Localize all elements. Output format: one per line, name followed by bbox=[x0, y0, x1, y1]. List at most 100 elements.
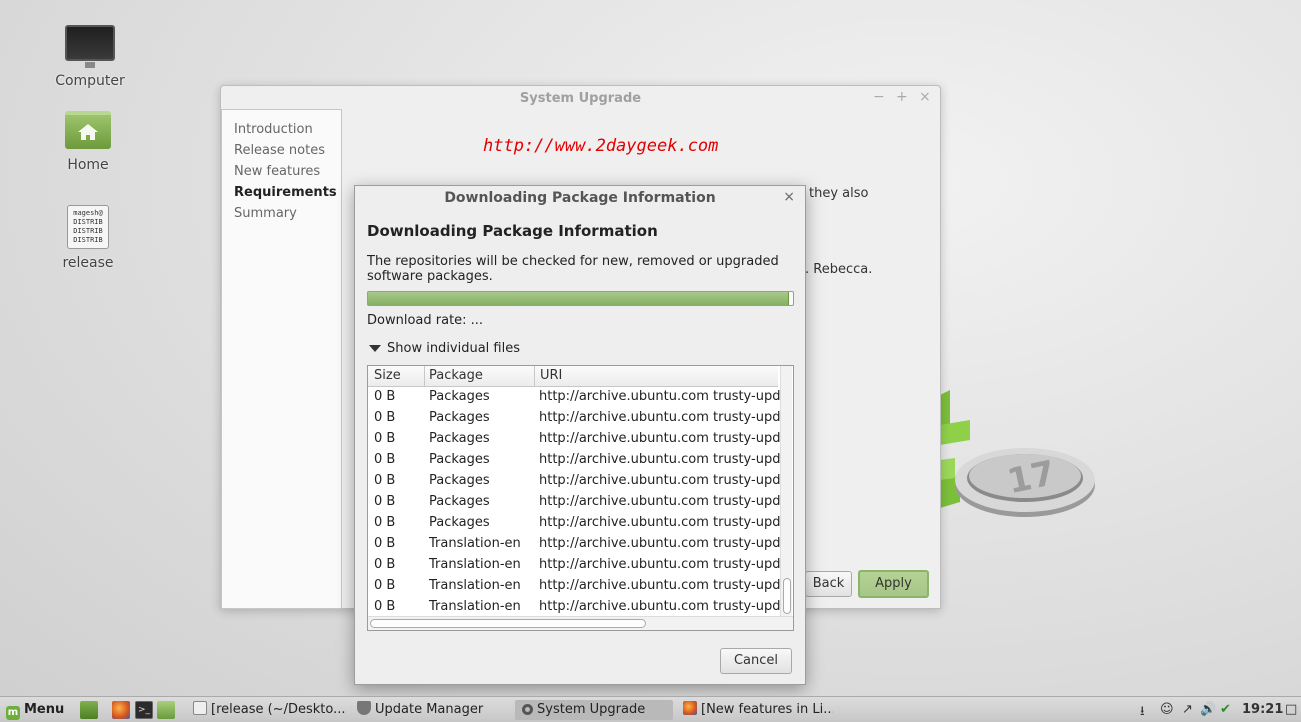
sidebar-item-introduction[interactable]: Introduction bbox=[234, 122, 313, 137]
package-cell: Translation-en bbox=[429, 536, 521, 551]
text-file-icon: magesh@ DISTRIB DISTRIB DISTRIB bbox=[67, 205, 109, 249]
taskbar: m Menu >_ [release (~/Deskto... Update Ma… bbox=[0, 696, 1301, 722]
file-list-body: 0 B Packages http://archive.ubuntu.com tru… bbox=[368, 388, 780, 616]
table-row[interactable]: 0 B Packages http://archive.ubuntu.com tru… bbox=[368, 514, 780, 535]
table-row[interactable]: 0 B Packages http://archive.ubuntu.com tru… bbox=[368, 430, 780, 451]
table-row[interactable]: 0 B Translation-en http://archive.ubuntu.c… bbox=[368, 556, 780, 577]
maximize-button[interactable]: + bbox=[896, 89, 908, 105]
gear-icon bbox=[522, 704, 533, 715]
size-cell: 0 B bbox=[374, 536, 396, 551]
taskbar-window-label: [release (~/Deskto... bbox=[211, 702, 345, 717]
show-files-expander[interactable]: Show individual files bbox=[369, 341, 520, 356]
vertical-scrollbar[interactable] bbox=[780, 366, 792, 616]
cancel-button[interactable]: Cancel bbox=[720, 648, 792, 674]
table-row[interactable]: 0 B Packages http://archive.ubuntu.com tru… bbox=[368, 472, 780, 493]
apply-button[interactable]: Apply bbox=[858, 570, 929, 598]
package-cell: Packages bbox=[429, 494, 490, 509]
size-cell: 0 B bbox=[374, 578, 396, 593]
desktop-icon-home[interactable]: Home bbox=[43, 111, 133, 173]
minimize-button[interactable]: − bbox=[873, 89, 885, 105]
firefox-icon bbox=[683, 701, 697, 715]
size-cell: 0 B bbox=[374, 452, 396, 467]
column-header-uri[interactable]: URI bbox=[540, 368, 562, 383]
menu-button[interactable]: m Menu bbox=[6, 700, 64, 720]
sidebar-item-requirements[interactable]: Requirements bbox=[234, 185, 337, 200]
user-icon[interactable]: ☺ bbox=[1160, 702, 1174, 717]
text-editor-icon bbox=[193, 701, 207, 715]
size-cell: 0 B bbox=[374, 389, 396, 404]
taskbar-window-label: [New features in Li... bbox=[701, 702, 833, 717]
uri-cell: http://archive.ubuntu.com trusty-updat bbox=[539, 494, 780, 509]
uri-cell: http://archive.ubuntu.com trusty-updat bbox=[539, 599, 780, 614]
update-shield-icon[interactable]: ✔ bbox=[1220, 702, 1231, 717]
file-list-header: Size Package URI bbox=[368, 366, 778, 387]
size-cell: 0 B bbox=[374, 557, 396, 572]
table-row[interactable]: 0 B Packages http://archive.ubuntu.com tru… bbox=[368, 493, 780, 514]
firefox-icon[interactable] bbox=[112, 701, 130, 719]
table-row[interactable]: 0 B Translation-en http://archive.ubuntu.c… bbox=[368, 577, 780, 598]
uri-cell: http://archive.ubuntu.com trusty-updat bbox=[539, 389, 780, 404]
taskbar-window-release[interactable]: [release (~/Deskto... bbox=[193, 700, 345, 720]
size-cell: 0 B bbox=[374, 410, 396, 425]
content-text-fragment: they also bbox=[809, 186, 869, 201]
package-cell: Packages bbox=[429, 515, 490, 530]
progress-fill bbox=[368, 292, 789, 305]
table-row[interactable]: 0 B Packages http://archive.ubuntu.com tru… bbox=[368, 409, 780, 430]
desktop-icon-release[interactable]: magesh@ DISTRIB DISTRIB DISTRIB release bbox=[43, 205, 133, 271]
package-cell: Translation-en bbox=[429, 599, 521, 614]
menu-label: Menu bbox=[24, 702, 65, 717]
desktop-icon-label: release bbox=[62, 255, 114, 271]
taskbar-window-label: System Upgrade bbox=[537, 702, 646, 717]
content-text-fragment: . Rebecca. bbox=[805, 262, 873, 277]
size-cell: 0 B bbox=[374, 431, 396, 446]
taskbar-window-system-upgrade[interactable]: System Upgrade bbox=[515, 700, 673, 720]
network-icon[interactable]: ↗ bbox=[1182, 702, 1193, 717]
terminal-icon[interactable]: >_ bbox=[135, 701, 153, 719]
mint-17-logo: 17 bbox=[940, 390, 1110, 530]
sidebar: Introduction Release notes New features … bbox=[221, 109, 342, 609]
display-icon[interactable]: □ bbox=[1285, 702, 1297, 717]
table-row[interactable]: 0 B Packages http://archive.ubuntu.com tru… bbox=[368, 451, 780, 472]
uri-cell: http://archive.ubuntu.com trusty-updat bbox=[539, 410, 780, 425]
dialog-title: Downloading Package Information bbox=[444, 190, 716, 206]
horizontal-scroll-thumb[interactable] bbox=[370, 619, 646, 628]
uri-cell: http://archive.ubuntu.com trusty-updat bbox=[539, 431, 780, 446]
home-folder-icon bbox=[65, 111, 111, 149]
expander-arrow-icon bbox=[369, 345, 381, 352]
taskbar-window-firefox[interactable]: [New features in Li... bbox=[683, 700, 833, 720]
download-rate: Download rate: ... bbox=[367, 313, 484, 328]
dialog-close-button[interactable]: × bbox=[783, 189, 795, 205]
download-dialog: Downloading Package Information × Downlo… bbox=[354, 185, 806, 685]
files-icon[interactable] bbox=[157, 701, 175, 719]
close-button[interactable]: × bbox=[919, 89, 931, 105]
watermark-url: http://www.2daygeek.com bbox=[483, 136, 719, 156]
volume-icon[interactable]: 🔊 bbox=[1200, 702, 1216, 717]
column-header-package[interactable]: Package bbox=[429, 368, 483, 383]
package-cell: Packages bbox=[429, 410, 490, 425]
show-desktop-icon[interactable] bbox=[80, 701, 98, 719]
uri-cell: http://archive.ubuntu.com trusty-updat bbox=[539, 473, 780, 488]
taskbar-window-update-manager[interactable]: Update Manager bbox=[357, 700, 507, 720]
mint-menu-icon: m bbox=[6, 706, 20, 720]
sidebar-item-release-notes[interactable]: Release notes bbox=[234, 143, 325, 158]
desktop-icon-label: Home bbox=[67, 157, 109, 173]
column-header-size[interactable]: Size bbox=[374, 368, 401, 383]
desktop-icon-computer[interactable]: Computer bbox=[45, 25, 135, 89]
taskbar-window-label: Update Manager bbox=[375, 702, 484, 717]
package-cell: Packages bbox=[429, 452, 490, 467]
uri-cell: http://archive.ubuntu.com trusty-updat bbox=[539, 578, 780, 593]
dialog-description: The repositories will be checked for new… bbox=[367, 254, 779, 284]
table-row[interactable]: 0 B Packages http://archive.ubuntu.com tru… bbox=[368, 388, 780, 409]
expander-label: Show individual files bbox=[387, 341, 521, 356]
sidebar-item-new-features[interactable]: New features bbox=[234, 164, 320, 179]
size-cell: 0 B bbox=[374, 473, 396, 488]
clock[interactable]: 19:21 bbox=[1242, 702, 1283, 717]
sidebar-item-summary[interactable]: Summary bbox=[234, 206, 297, 221]
horizontal-scrollbar[interactable] bbox=[368, 616, 793, 630]
table-row[interactable]: 0 B Translation-en http://archive.ubuntu.c… bbox=[368, 535, 780, 556]
user-icon[interactable]: ⭳ bbox=[1140, 702, 1145, 722]
back-button[interactable]: Back bbox=[805, 571, 852, 597]
table-row[interactable]: 0 B Translation-en http://archive.ubuntu.c… bbox=[368, 598, 780, 616]
uri-cell: http://archive.ubuntu.com trusty-updat bbox=[539, 557, 780, 572]
vertical-scroll-thumb[interactable] bbox=[783, 578, 791, 614]
